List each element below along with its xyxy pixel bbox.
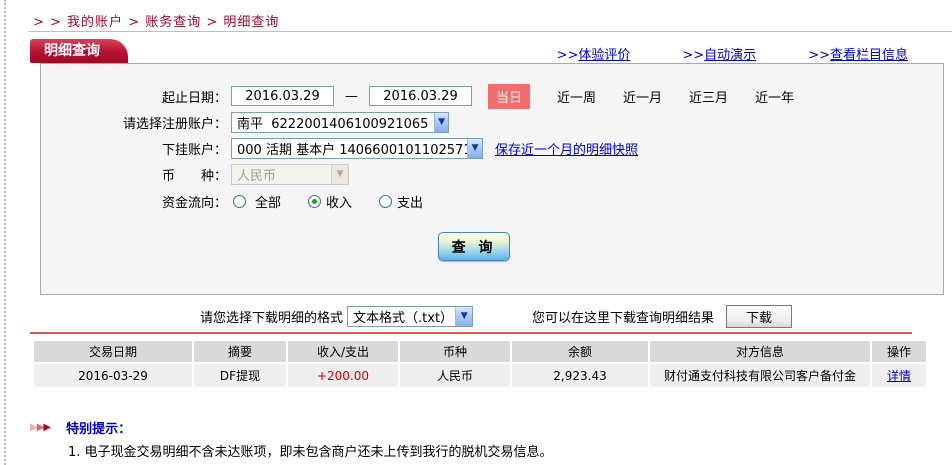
tips-header: ▶▶▶ 特别提示： — [30, 418, 131, 437]
download-format-label: 请您选择下载明细的格式 — [200, 307, 343, 326]
radio-icon — [308, 195, 321, 208]
cell-action: 详情 — [872, 364, 926, 387]
breadcrumb: > > 我的账户 > 账务查询 > 明细查询 — [33, 11, 279, 30]
currency-row: 币 种： 人民币 ▼ — [41, 162, 933, 186]
red-divider — [30, 332, 912, 334]
date-to-input[interactable] — [369, 86, 472, 106]
date-from-input[interactable] — [231, 86, 334, 106]
col-header-6: 操作 — [872, 341, 926, 362]
cell-1: DF提现 — [194, 364, 286, 387]
header-link-0[interactable]: >>体验评价 — [557, 44, 631, 63]
flow-radio-0[interactable]: 全部 — [233, 192, 281, 211]
tip-item-0: 1. 电子现金交易明细不含未达账项，即未包含商户还未上传到我行的脱机交易信息。 — [68, 441, 553, 460]
col-header-3: 币种 — [400, 341, 510, 362]
radio-icon — [233, 195, 246, 208]
account-label: 请选择注册账户： — [41, 113, 227, 132]
flow-label: 资金流向： — [41, 192, 227, 211]
tab-detail-query: 明细查询 — [30, 39, 128, 63]
header-link-2[interactable]: >>查看栏目信息 — [808, 44, 908, 63]
currency-select-value: 人民币 — [232, 165, 281, 184]
cell-4: 2,923.43 — [512, 364, 648, 387]
cell-0: 2016-03-29 — [34, 364, 192, 387]
flow-radio-1[interactable]: 收入 — [308, 192, 352, 211]
quick-range-links: 近一周 近一月 近三月 近一年 — [530, 87, 794, 106]
query-form-panel: 起止日期： — 当日 近一周 近一月 近三月 近一年 请选择注册账户： 南平 6222… — [40, 63, 944, 295]
left-dotted-border — [4, 0, 6, 465]
download-format-value: 文本格式（.txt） — [348, 307, 455, 326]
cell-3: 人民币 — [400, 364, 510, 387]
download-button[interactable]: 下载 — [726, 305, 792, 328]
chevron-down-icon: ▼ — [434, 113, 448, 132]
tips-title: 特别提示： — [66, 418, 131, 437]
cell-5: 财付通支付科技有限公司客户备付金 — [650, 364, 870, 387]
breadcrumb-divider — [28, 31, 952, 32]
tips-list: 1. 电子现金交易明细不含未达账项，即未包含商户还未上传到我行的脱机交易信息。 — [68, 441, 553, 463]
chevron-down-icon: ▼ — [331, 165, 348, 184]
sub-account-row: 下挂账户： 000 活期 基本户 1406600101102571848 ▼ 保… — [41, 136, 933, 160]
date-separator: — — [345, 89, 358, 104]
sub-account-select-value: 000 活期 基本户 1406600101102571848 — [232, 139, 467, 158]
page: > > 我的账户 > 账务查询 > 明细查询 明细查询 >>体验评价 >>自动演示… — [0, 0, 952, 465]
flow-radio-label: 支出 — [397, 192, 423, 211]
sub-account-label: 下挂账户： — [41, 139, 227, 158]
amount-value: +200.00 — [317, 369, 369, 383]
range-link-1[interactable]: 近一月 — [623, 91, 662, 106]
snapshot-link[interactable]: 保存近一个月的明细快照 — [495, 139, 638, 158]
range-link-0[interactable]: 近一周 — [557, 91, 596, 106]
col-header-2: 收入/支出 — [288, 341, 398, 362]
col-header-1: 摘要 — [194, 341, 286, 362]
flow-radio-label: 收入 — [326, 192, 352, 211]
account-select-value: 南平 6222001406100921065 灵通卡 — [232, 113, 434, 132]
range-link-2[interactable]: 近三月 — [689, 91, 728, 106]
download-hint: 您可以在这里下载查询明细结果 — [532, 307, 714, 326]
range-link-3[interactable]: 近一年 — [755, 91, 794, 106]
date-range-row: 起止日期： — 当日 近一周 近一月 近三月 近一年 — [41, 84, 933, 108]
table-row: 2016-03-29DF提现 +200.00 人民币2,923.43财付通支付科技有… — [34, 364, 926, 387]
col-header-0: 交易日期 — [34, 341, 192, 362]
sub-account-select[interactable]: 000 活期 基本户 1406600101102571848 ▼ — [231, 138, 483, 159]
download-format-select[interactable]: 文本格式（.txt） ▼ — [347, 306, 473, 327]
query-button[interactable]: 查 询 — [438, 232, 510, 261]
flow-radio-2[interactable]: 支出 — [379, 192, 423, 211]
chevron-down-icon: ▼ — [467, 139, 482, 158]
today-button[interactable]: 当日 — [488, 84, 530, 109]
cell-amount: +200.00 — [288, 364, 398, 387]
currency-label: 币 种： — [41, 165, 227, 184]
radio-icon — [379, 195, 392, 208]
col-header-5: 对方信息 — [650, 341, 870, 362]
download-row: 请您选择下载明细的格式 文本格式（.txt） ▼ 您可以在这里下载查询明细结果 … — [0, 304, 952, 328]
flow-row: 资金流向： 全部 收入 支出 — [41, 191, 933, 211]
date-range-label: 起止日期： — [41, 87, 227, 106]
chevron-down-icon: ▼ — [455, 307, 472, 326]
flow-options: 全部 收入 支出 — [233, 192, 450, 211]
table-header-row: 交易日期摘要收入/支出币种余额对方信息操作 — [34, 341, 926, 362]
header-links: >>体验评价 >>自动演示 >>查看栏目信息 — [557, 44, 908, 63]
col-header-4: 余额 — [512, 341, 648, 362]
flow-radio-label: 全部 — [255, 192, 281, 211]
header-link-1[interactable]: >>自动演示 — [682, 44, 756, 63]
account-row: 请选择注册账户： 南平 6222001406100921065 灵通卡 ▼ — [41, 110, 933, 134]
triple-arrow-icon: ▶▶▶ — [30, 422, 50, 433]
currency-select: 人民币 ▼ — [231, 164, 349, 185]
account-select[interactable]: 南平 6222001406100921065 灵通卡 ▼ — [231, 112, 449, 133]
transaction-table: 交易日期摘要收入/支出币种余额对方信息操作 2016-03-29DF提现 +200… — [32, 339, 928, 389]
detail-link[interactable]: 详情 — [887, 369, 911, 383]
